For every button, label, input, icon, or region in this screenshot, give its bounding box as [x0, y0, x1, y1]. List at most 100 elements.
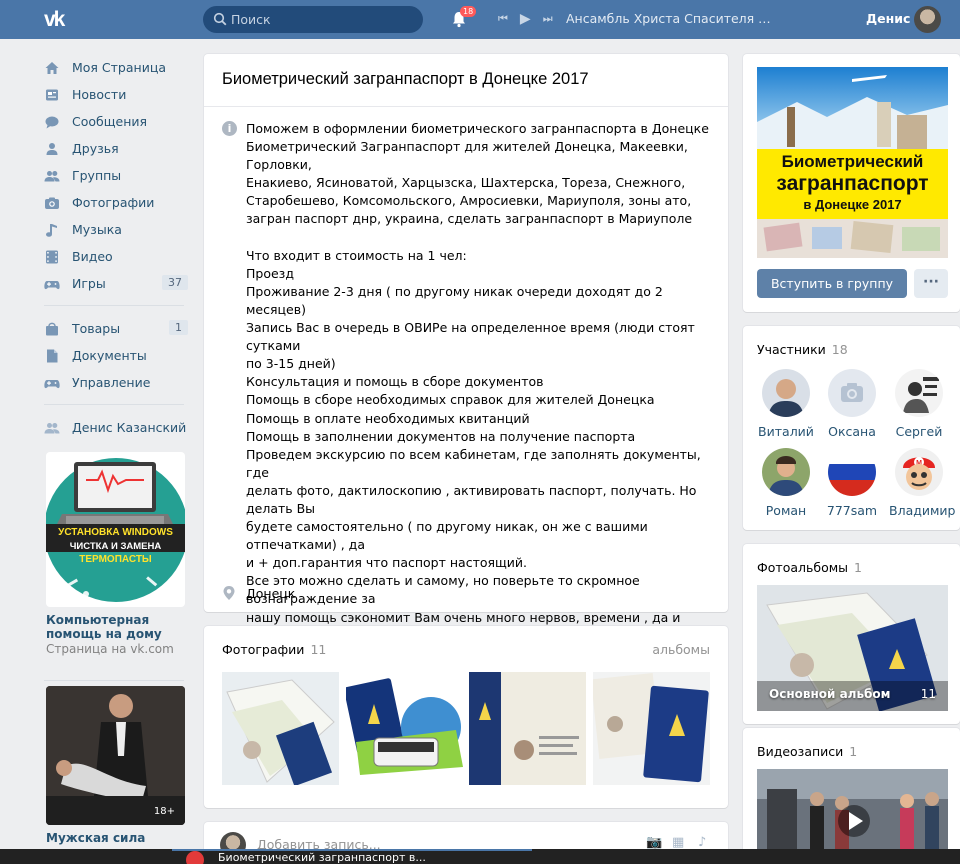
member-item[interactable]: Виталий — [756, 369, 816, 439]
play-icon[interactable]: ▶ — [520, 11, 531, 27]
member-item[interactable]: M Владимир — [889, 448, 956, 518]
nav-item-games[interactable]: Игры 37 — [44, 270, 194, 297]
nav-item-documents[interactable]: Документы — [44, 342, 194, 369]
left-navigation: Моя Страница Новости Сообщения Друзья Гр… — [44, 54, 194, 441]
photos-card: Фотографии 11 альбомы — [204, 626, 728, 808]
nav-label: Моя Страница — [72, 60, 166, 75]
avatar: M — [895, 448, 943, 496]
svg-text:vk: vk — [44, 8, 66, 30]
ad-man-image — [46, 686, 185, 825]
members-header[interactable]: Участники 18 — [757, 342, 848, 357]
nav-label: Сообщения — [72, 114, 148, 129]
videos-title: Видеозаписи — [757, 744, 844, 759]
nav-item-goods[interactable]: Товары 1 — [44, 315, 194, 342]
nav-item-music[interactable]: Музыка — [44, 216, 194, 243]
video-icon[interactable]: ▦ — [672, 835, 684, 850]
ad-title[interactable]: Мужская сила — [46, 831, 185, 845]
vk-logo-icon: vk — [44, 8, 68, 31]
group-cover-image[interactable]: Биометрический загранпаспорт в Донецке 2… — [757, 67, 948, 258]
ad-block-men-power[interactable]: 18+ Мужская сила — [46, 686, 185, 845]
member-item[interactable]: Сергей — [889, 369, 949, 439]
member-name: Роман — [765, 503, 807, 518]
member-name: 777sam — [826, 503, 878, 518]
groups-icon — [44, 168, 60, 184]
passport-photo-4 — [593, 672, 710, 785]
group-cover-card: Биометрический загранпаспорт в Донецке 2… — [743, 54, 960, 312]
cover-line-2: загранпаспорт — [776, 172, 928, 195]
member-item[interactable]: 777sam — [822, 448, 882, 518]
members-card: Участники 18 Виталий Оксана Сергей Роман … — [743, 326, 960, 530]
ad-image[interactable]: 18+ — [46, 686, 185, 825]
search-input[interactable] — [231, 10, 417, 29]
video-icon — [44, 249, 60, 265]
nav-item-messages[interactable]: Сообщения — [44, 108, 194, 135]
user-name[interactable]: Денис — [866, 11, 910, 26]
nav-item-group-link[interactable]: Денис Казанский — [44, 414, 194, 441]
games-count-badge: 37 — [162, 275, 188, 290]
avatar — [828, 369, 876, 417]
video-thumb[interactable] — [757, 769, 948, 849]
bag-icon — [44, 321, 60, 337]
current-track[interactable]: Ансамбль Христа Спасителя и м... — [566, 11, 771, 26]
more-actions-button[interactable]: ··· — [914, 269, 948, 298]
photo-thumb[interactable] — [593, 672, 710, 785]
group-location[interactable]: Донецк — [246, 586, 295, 601]
notifications-badge: 18 — [460, 6, 477, 17]
camera-icon[interactable]: 📷 — [646, 835, 662, 850]
groups-icon — [44, 420, 60, 436]
ad-image[interactable]: УСТАНОВКА WINDOWS ЧИСТКА И ЗАМЕНА ТЕРМОП… — [46, 452, 185, 607]
albums-link[interactable]: альбомы — [652, 642, 710, 657]
albums-header[interactable]: Фотоальбомы 1 — [757, 560, 862, 575]
music-icon[interactable]: ♪ — [698, 835, 706, 850]
ad-image-line-1: УСТАНОВКА WINDOWS — [58, 527, 173, 538]
bottom-video-title[interactable]: Биометрический загранпаспорт в... — [218, 851, 426, 864]
nav-label: Музыка — [72, 222, 122, 237]
nav-item-video[interactable]: Видео — [44, 243, 194, 270]
photos-header[interactable]: Фотографии 11 — [222, 642, 326, 657]
friends-icon — [44, 141, 60, 157]
ad-laptop-image: УСТАНОВКА WINDOWS ЧИСТКА И ЗАМЕНА ТЕРМОП… — [46, 458, 185, 602]
member-name: Владимир — [889, 503, 956, 518]
avatar — [762, 448, 810, 496]
album-title: Основной альбом — [769, 687, 891, 701]
music-icon — [44, 222, 60, 238]
nav-label: Товары — [72, 321, 121, 336]
nav-label: Управление — [72, 375, 151, 390]
member-name: Сергей — [895, 424, 943, 439]
page-title: Биометрический загранпаспорт в Донецке 2… — [222, 70, 589, 88]
photos-count: 11 — [310, 642, 327, 657]
albums-count: 1 — [854, 560, 862, 575]
nav-divider — [44, 305, 184, 306]
nav-label: Игры — [72, 276, 106, 291]
members-title: Участники — [757, 342, 826, 357]
camera-icon — [44, 195, 60, 211]
nav-item-photos[interactable]: Фотографии — [44, 189, 194, 216]
passport-photo-2 — [346, 672, 463, 785]
nav-item-management[interactable]: Управление — [44, 369, 194, 396]
ad-divider — [44, 680, 184, 681]
news-icon — [44, 87, 60, 103]
user-avatar[interactable] — [914, 6, 941, 33]
vk-logo[interactable]: vk — [44, 8, 78, 31]
member-name: Оксана — [828, 424, 876, 439]
search-box[interactable] — [203, 6, 423, 33]
member-item[interactable]: Оксана — [822, 369, 882, 439]
album-thumb[interactable]: Основной альбом 11 — [757, 585, 948, 711]
nav-item-friends[interactable]: Друзья — [44, 135, 194, 162]
nav-item-groups[interactable]: Группы — [44, 162, 194, 189]
next-track-icon[interactable]: ⏭ — [543, 11, 553, 27]
ad-block-computer-help[interactable]: УСТАНОВКА WINDOWS ЧИСТКА И ЗАМЕНА ТЕРМОП… — [46, 452, 185, 657]
avatar — [828, 448, 876, 496]
photo-thumb[interactable] — [346, 672, 463, 785]
nav-item-my-page[interactable]: Моя Страница — [44, 54, 194, 81]
photo-thumb[interactable] — [222, 672, 339, 785]
member-item[interactable]: Роман — [756, 448, 816, 518]
ad-title[interactable]: Компьютерная помощь на дому — [46, 613, 185, 641]
photo-thumb[interactable] — [469, 672, 586, 785]
join-group-button[interactable]: Вступить в группу — [757, 269, 907, 298]
prev-track-icon[interactable]: ⏮ — [498, 11, 508, 27]
camera-icon — [828, 369, 876, 417]
videos-header[interactable]: Видеозаписи 1 — [757, 744, 857, 759]
avatar — [762, 369, 810, 417]
nav-item-news[interactable]: Новости — [44, 81, 194, 108]
